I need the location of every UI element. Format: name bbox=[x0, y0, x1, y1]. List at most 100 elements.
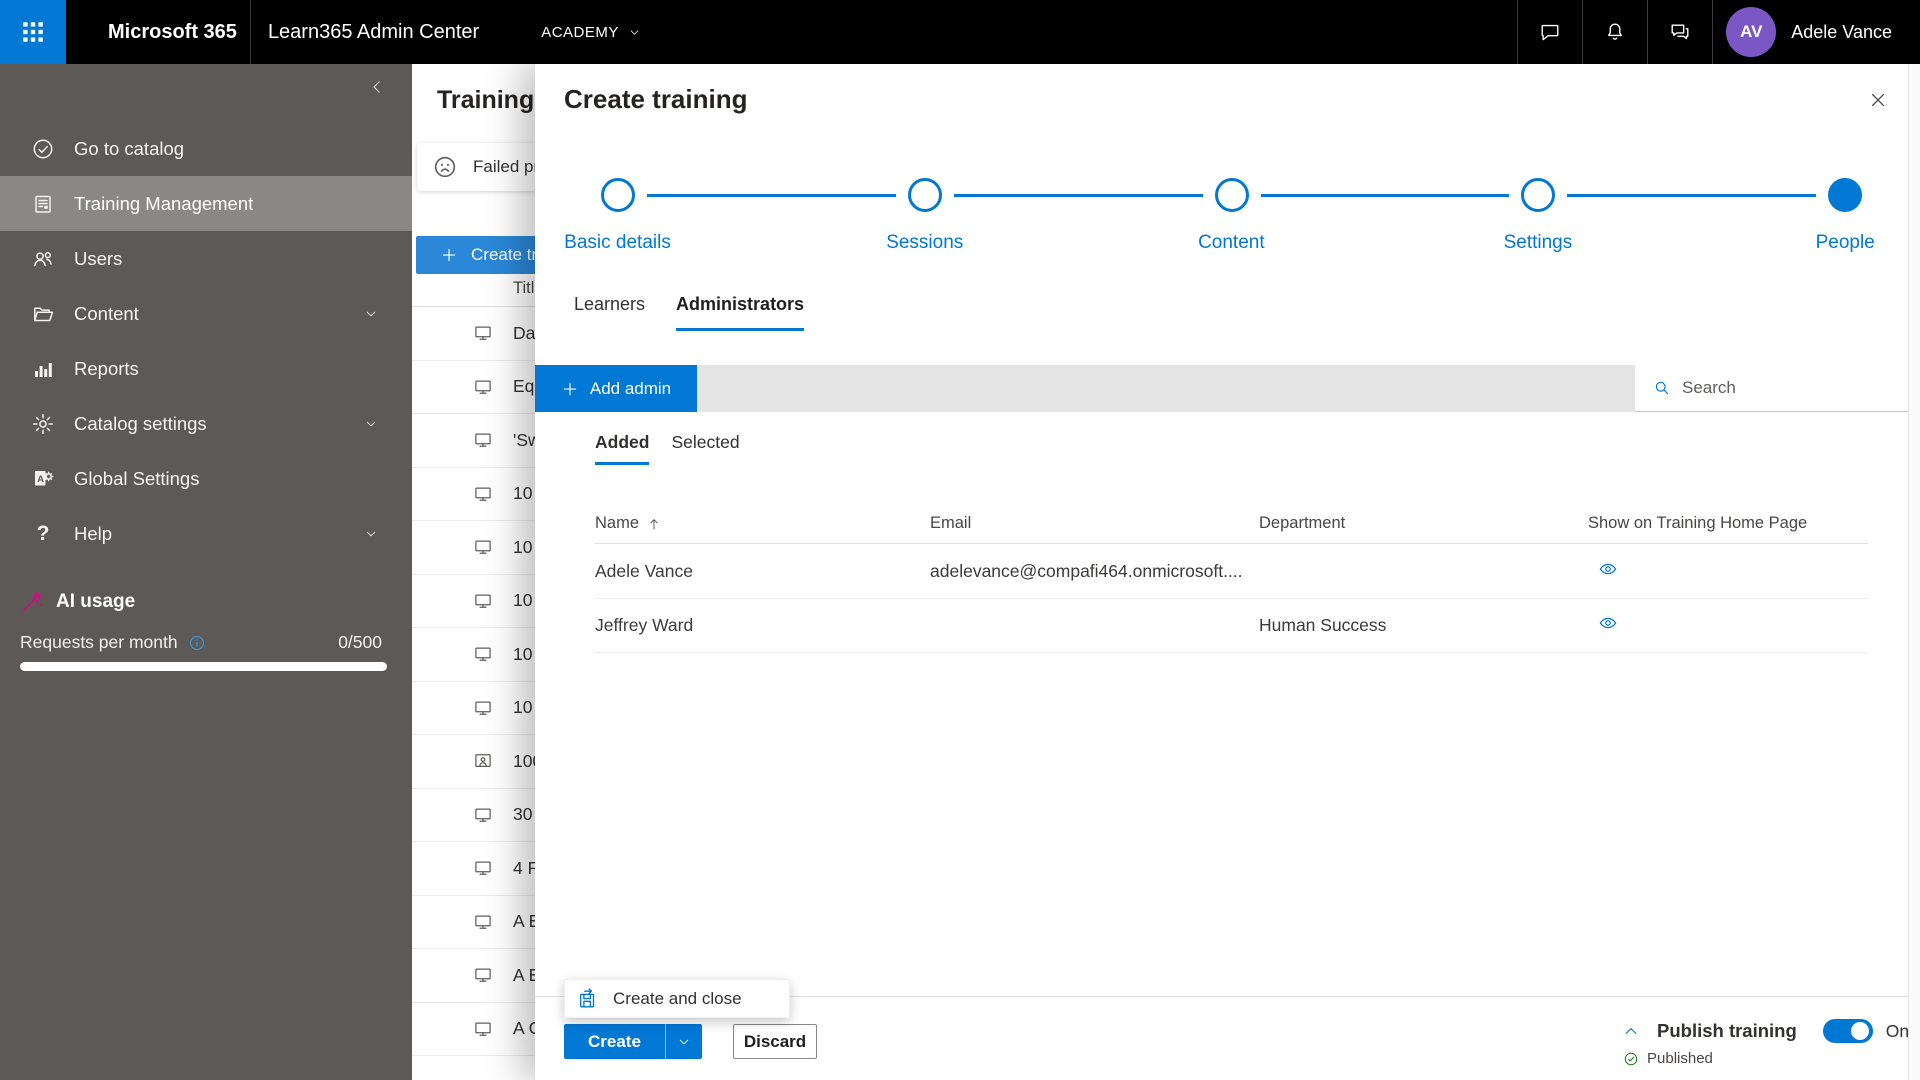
sidebar-item-go-to-catalog[interactable]: Go to catalog bbox=[0, 121, 412, 176]
course-icon bbox=[473, 591, 493, 611]
add-admin-button[interactable]: Add admin bbox=[535, 365, 697, 412]
gear-icon bbox=[31, 412, 55, 436]
step-connector bbox=[1260, 193, 1510, 197]
global-settings-icon: A bbox=[31, 467, 55, 491]
close-icon[interactable] bbox=[1868, 90, 1888, 110]
notifications-button[interactable] bbox=[1583, 0, 1647, 64]
publish-training-label: Publish training bbox=[1657, 1020, 1797, 1041]
catalog-check-icon bbox=[31, 137, 55, 161]
sidebar-item-ai-usage[interactable]: AI usage bbox=[0, 578, 412, 626]
sidebar-item-content[interactable]: Content bbox=[0, 286, 412, 341]
waffle-icon bbox=[20, 19, 46, 45]
ai-usage-label: AI usage bbox=[56, 591, 136, 612]
sidebar-item-label: Users bbox=[74, 247, 123, 269]
step-label-people: People bbox=[1815, 232, 1875, 253]
chat-button[interactable] bbox=[1518, 0, 1582, 64]
admins-toolbar: Add admin bbox=[535, 365, 1908, 412]
sidebar: Go to catalog Training Management Users Con… bbox=[0, 64, 412, 1080]
training-title: 10 bbox=[513, 590, 533, 611]
step-content[interactable] bbox=[1214, 178, 1249, 212]
training-title: 10 bbox=[513, 697, 533, 718]
department-column-header[interactable]: Department bbox=[1259, 514, 1345, 533]
search-icon bbox=[1653, 379, 1671, 397]
reports-icon bbox=[31, 357, 55, 381]
stepper-track bbox=[565, 160, 1878, 212]
avatar[interactable]: AV bbox=[1726, 7, 1777, 57]
app-launcher-button[interactable] bbox=[0, 0, 66, 64]
step-connector bbox=[647, 193, 896, 197]
admin-name: Jeffrey Ward bbox=[595, 615, 694, 635]
requests-progress-bar bbox=[20, 662, 387, 671]
course-icon bbox=[473, 323, 493, 343]
svg-text:A: A bbox=[37, 473, 44, 484]
course-icon bbox=[473, 1019, 493, 1039]
chevron-down-icon bbox=[364, 527, 378, 541]
admin-table-row[interactable]: Adele Vance adelevance@compafi464.onmicro… bbox=[595, 545, 1868, 599]
step-label-sessions: Sessions bbox=[886, 232, 964, 253]
sidebar-collapse-button[interactable] bbox=[368, 78, 386, 96]
sidebar-item-help[interactable]: ? Help bbox=[0, 506, 412, 561]
search-box bbox=[1635, 365, 1908, 412]
create-split-button: Create bbox=[564, 1024, 702, 1059]
app-title[interactable]: Learn365 Admin Center bbox=[268, 21, 479, 44]
webinar-icon bbox=[473, 751, 493, 771]
user-name[interactable]: Adele Vance bbox=[1791, 22, 1892, 43]
name-column-header[interactable]: Name bbox=[595, 514, 639, 533]
sidebar-item-reports[interactable]: Reports bbox=[0, 341, 412, 396]
save-arrow-icon bbox=[577, 987, 599, 1010]
course-icon bbox=[473, 644, 493, 664]
eye-icon[interactable] bbox=[1598, 613, 1618, 633]
create-and-close-menu-item[interactable]: Create and close bbox=[564, 979, 790, 1018]
feedback-button[interactable] bbox=[1648, 0, 1712, 64]
requests-usage: 0/500 bbox=[338, 632, 382, 652]
course-icon bbox=[473, 484, 493, 504]
sidebar-item-global-settings[interactable]: A Global Settings bbox=[0, 451, 412, 506]
publish-toggle[interactable] bbox=[1822, 1019, 1873, 1043]
step-settings[interactable] bbox=[1521, 178, 1556, 212]
chevron-up-icon[interactable] bbox=[1622, 1022, 1640, 1040]
course-icon bbox=[473, 858, 493, 878]
add-admin-label: Add admin bbox=[589, 378, 672, 398]
product-title: Microsoft 365 bbox=[108, 20, 237, 43]
email-column-header[interactable]: Email bbox=[930, 514, 971, 533]
sort-ascending-icon bbox=[646, 516, 662, 532]
course-icon bbox=[473, 912, 493, 932]
wand-icon bbox=[20, 590, 44, 614]
create-dropdown-button[interactable] bbox=[664, 1024, 702, 1059]
step-sessions[interactable] bbox=[907, 178, 942, 212]
chevron-down-icon bbox=[677, 1035, 691, 1049]
step-basic-details[interactable] bbox=[601, 178, 635, 212]
admin-show-on-home bbox=[1588, 559, 1868, 584]
sidebar-item-label: Help bbox=[74, 522, 113, 544]
admin-name: Adele Vance bbox=[595, 561, 693, 581]
added-selected-tabs: Added Selected bbox=[595, 432, 740, 465]
show-on-home-column-header[interactable]: Show on Training Home Page bbox=[1588, 514, 1807, 533]
subtab-added[interactable]: Added bbox=[595, 432, 650, 465]
step-people[interactable] bbox=[1828, 178, 1862, 212]
create-button[interactable]: Create bbox=[564, 1024, 665, 1059]
search-input[interactable] bbox=[1682, 378, 1882, 398]
discard-button[interactable]: Discard bbox=[733, 1024, 817, 1059]
subtab-selected[interactable]: Selected bbox=[671, 432, 739, 465]
admin-table-row[interactable]: Jeffrey Ward Human Success bbox=[595, 599, 1868, 653]
chat-icon bbox=[1539, 21, 1561, 43]
training-title: 10 bbox=[513, 483, 533, 504]
info-icon[interactable] bbox=[188, 634, 206, 652]
sidebar-item-catalog-settings[interactable]: Catalog settings bbox=[0, 396, 412, 451]
sidebar-item-training-management[interactable]: Training Management bbox=[0, 176, 412, 231]
admin-table-body: Adele Vance adelevance@compafi464.onmicro… bbox=[595, 545, 1868, 653]
training-title: 10 bbox=[513, 536, 533, 557]
sidebar-item-users[interactable]: Users bbox=[0, 231, 412, 286]
folder-icon bbox=[31, 302, 55, 326]
org-selector[interactable]: ACADEMY bbox=[541, 24, 641, 41]
people-tabs: Learners Administrators bbox=[574, 294, 805, 331]
tab-learners[interactable]: Learners bbox=[574, 294, 645, 331]
training-title: 10 bbox=[513, 643, 533, 664]
users-icon bbox=[31, 247, 55, 271]
step-connector bbox=[953, 193, 1203, 197]
eye-icon[interactable] bbox=[1598, 559, 1618, 579]
published-status: Published bbox=[1623, 1050, 1713, 1067]
dialog-scrollbar[interactable] bbox=[1908, 64, 1920, 1080]
sidebar-item-label: Content bbox=[74, 302, 139, 324]
tab-administrators[interactable]: Administrators bbox=[676, 294, 805, 331]
